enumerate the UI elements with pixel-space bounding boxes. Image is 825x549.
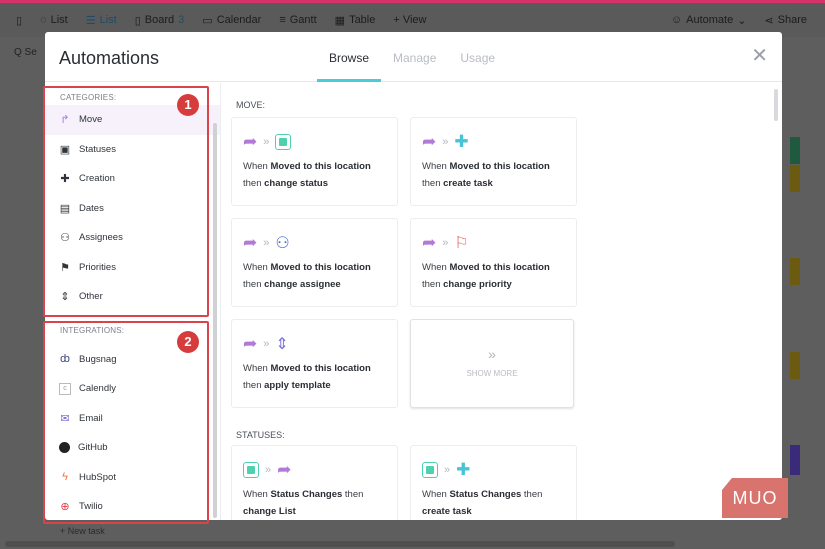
automate-button[interactable]: ☺ Automate ⌄ bbox=[671, 14, 747, 27]
view-tab-gantt[interactable]: ≡ Gantt bbox=[279, 14, 316, 26]
new-task-link[interactable]: + New task bbox=[60, 526, 105, 536]
automation-card[interactable]: ➦» ⇕ When Moved to this location then appl… bbox=[231, 319, 398, 408]
status-color-strip bbox=[790, 165, 800, 192]
chevrons-icon: » bbox=[265, 464, 272, 476]
status-icon bbox=[243, 462, 259, 478]
template-icon: ⇕ bbox=[275, 336, 289, 353]
automation-card[interactable]: ➦» When Moved to this location then chang… bbox=[231, 117, 398, 206]
chevrons-icon: » bbox=[444, 464, 451, 476]
view-tab-list[interactable]: ☰ List bbox=[86, 14, 117, 27]
automation-card[interactable]: ➦» ✚ When Moved to this location then crea… bbox=[410, 117, 577, 206]
move-arrow-icon: ➦ bbox=[277, 460, 292, 479]
move-arrow-icon: ➦ bbox=[422, 132, 437, 151]
move-arrow-icon: ➦ bbox=[243, 132, 258, 151]
sidebar-toggle-icon[interactable]: ▯ bbox=[16, 14, 22, 27]
automation-card[interactable]: » ✚ When Status Changes then create task bbox=[410, 445, 577, 520]
status-color-strip bbox=[790, 445, 800, 475]
view-tab-calendar[interactable]: ▭ Calendar bbox=[202, 14, 261, 27]
watermark-logo: MUO bbox=[722, 478, 788, 518]
status-color-strip bbox=[790, 137, 800, 164]
users-icon: ⚇ bbox=[275, 235, 290, 252]
chevrons-icon: » bbox=[488, 346, 496, 362]
modal-header: Automations Browse Manage Usage ✕ bbox=[45, 32, 782, 82]
chevrons-icon: » bbox=[442, 237, 449, 249]
move-arrow-icon: ➦ bbox=[243, 334, 258, 353]
flag-icon: ⚐ bbox=[454, 235, 469, 252]
plus-icon: ✚ bbox=[454, 132, 469, 151]
horizontal-scrollbar[interactable] bbox=[5, 541, 675, 547]
status-color-strip bbox=[790, 352, 800, 379]
list-title: ◌ List bbox=[40, 14, 68, 26]
search-stub[interactable]: Q Se bbox=[14, 47, 37, 58]
move-arrow-icon: ➦ bbox=[422, 233, 437, 252]
view-tab-table[interactable]: ▦ Table bbox=[335, 14, 376, 27]
automation-browser: MOVE: ➦» When Moved to this location then… bbox=[222, 83, 782, 520]
status-icon bbox=[422, 462, 438, 478]
chevrons-icon: » bbox=[442, 136, 449, 148]
move-section-label: MOVE: bbox=[236, 100, 266, 110]
close-icon[interactable]: ✕ bbox=[751, 46, 768, 66]
chevrons-icon: » bbox=[263, 237, 270, 249]
modal-tabs: Browse Manage Usage bbox=[317, 32, 507, 82]
tab-usage[interactable]: Usage bbox=[448, 32, 507, 82]
modal-title: Automations bbox=[59, 48, 160, 68]
annotation-badge: 1 bbox=[177, 94, 199, 116]
content-scrollbar[interactable] bbox=[774, 89, 778, 121]
chevrons-icon: » bbox=[263, 136, 270, 148]
move-arrow-icon: ➦ bbox=[243, 233, 258, 252]
statuses-section-label: STATUSES: bbox=[236, 430, 285, 440]
add-view-button[interactable]: + View bbox=[393, 14, 426, 26]
share-button[interactable]: ⋖ Share bbox=[764, 14, 807, 27]
plus-icon: ✚ bbox=[456, 460, 471, 479]
chevrons-icon: » bbox=[263, 338, 270, 350]
tab-browse[interactable]: Browse bbox=[317, 32, 382, 82]
view-tab-board[interactable]: ▯ Board 3 bbox=[135, 14, 185, 27]
sidebar-scrollbar[interactable] bbox=[213, 123, 217, 518]
tab-manage[interactable]: Manage bbox=[381, 32, 448, 82]
automation-card[interactable]: ➦» ⚇ When Moved to this location then chan… bbox=[231, 218, 398, 307]
automation-card[interactable]: ➦» ⚐ When Moved to this location then chan… bbox=[410, 218, 577, 307]
annotation-box-categories bbox=[43, 86, 209, 317]
automation-card[interactable]: » ➦ When Status Changes then change List bbox=[231, 445, 398, 520]
status-color-strip bbox=[790, 258, 800, 285]
show-more-label: SHOW MORE bbox=[466, 369, 518, 378]
annotation-badge: 2 bbox=[177, 331, 199, 353]
show-more-button[interactable]: » SHOW MORE bbox=[410, 319, 574, 408]
status-icon bbox=[275, 134, 292, 150]
